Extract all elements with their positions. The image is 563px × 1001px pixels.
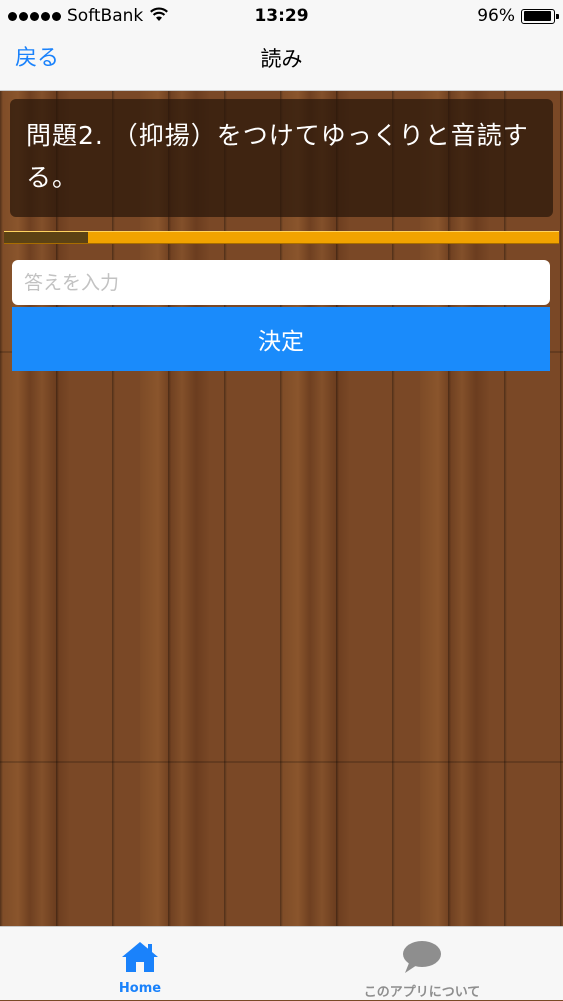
tab-home[interactable]: Home [80,927,200,1001]
progress-bar [4,231,559,244]
battery-icon [521,8,559,24]
status-bar: SoftBank 13:29 96% [0,0,563,32]
tab-home-label: Home [118,981,162,996]
speech-bubble-icon [401,939,443,975]
tab-about-app[interactable]: このアプリについて [330,927,514,1001]
submit-button[interactable]: 決定 [12,307,550,371]
home-icon [120,939,160,975]
page-title: 読み [260,47,303,71]
status-right: 96% [477,0,559,32]
answer-input[interactable] [12,260,550,305]
progress-bar-fill [4,232,89,243]
question-text: 問題2. （抑揚）をつけてゆっくりと音読する。 [26,121,529,192]
wood-background: 問題2. （抑揚）をつけてゆっくりと音読する。 決定 [0,91,563,926]
battery-percent: 96% [477,6,515,26]
battery-fill [523,11,552,21]
navigation-bar: 戻る 読み [0,32,563,91]
tab-about-label: このアプリについて [363,985,481,1000]
tab-bar: Home このアプリについて [0,926,563,1000]
question-box: 問題2. （抑揚）をつけてゆっくりと音読する。 [10,99,553,217]
